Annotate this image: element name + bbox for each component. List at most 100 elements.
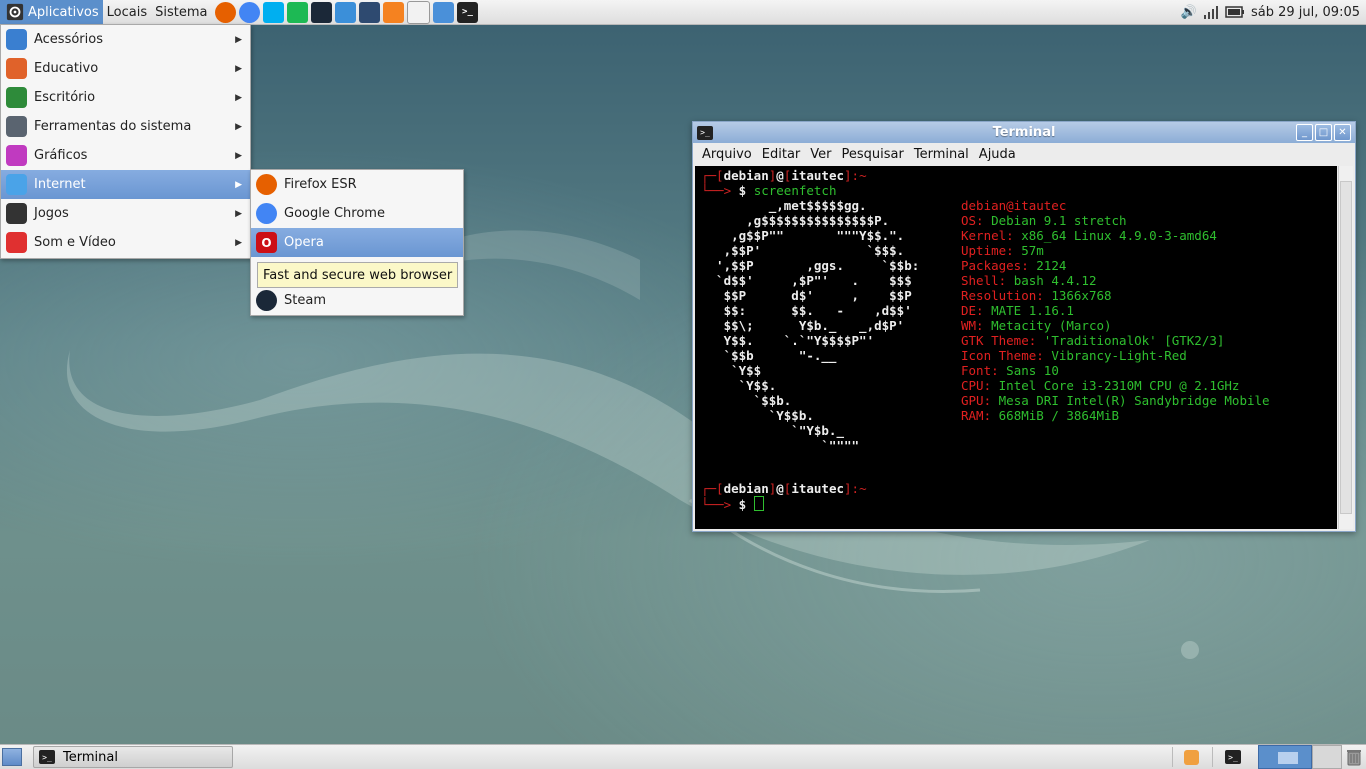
sysinfo-value: Metacity (Marco)	[991, 318, 1112, 333]
steam-icon[interactable]	[310, 1, 332, 23]
menu-item-internet[interactable]: Internet ▶	[1, 170, 250, 199]
wps-writer-icon[interactable]	[334, 1, 356, 23]
battery-icon[interactable]	[1225, 5, 1245, 19]
terminal-window[interactable]: >_ Terminal _ □ ✕ Arquivo Editar Ver Pesqui…	[692, 121, 1356, 532]
show-desktop-button[interactable]	[2, 748, 22, 766]
sysinfo-key: CPU:	[961, 378, 992, 393]
taskbar-item-terminal[interactable]: >_ Terminal	[33, 746, 233, 768]
minimize-button[interactable]: _	[1296, 124, 1313, 141]
network-signal-icon[interactable]	[1203, 5, 1219, 19]
gear-icon	[6, 3, 24, 21]
taskbar-item-label: Terminal	[63, 749, 118, 765]
submenu-item-steam[interactable]: Steam	[251, 286, 463, 315]
sysinfo-row: Shell: bash 4.4.12	[961, 273, 1096, 288]
terminal-scrollbar[interactable]	[1338, 166, 1353, 529]
ascii-logo-line: `Y$$b.	[701, 408, 814, 423]
sysinfo-row: Uptime: 57m	[961, 243, 1044, 258]
places-menu-label: Locais	[106, 4, 148, 20]
sysinfo-value: 2124	[1036, 258, 1067, 273]
places-menu[interactable]: Locais	[103, 0, 151, 24]
menu-item-graphics[interactable]: Gráficos ▶	[1, 141, 250, 170]
spotify-icon[interactable]	[286, 1, 308, 23]
window-title: Terminal	[992, 125, 1056, 140]
terminal-output[interactable]: ┌─[debian]@[itautec]:~ └──> $ screenfetch…	[695, 166, 1337, 529]
ascii-logo-line: `""""	[701, 438, 860, 453]
sysinfo-value: 'TraditionalOk' [GTK2/3]	[1043, 333, 1225, 348]
scrollbar-thumb[interactable]	[1340, 181, 1352, 514]
firefox-icon[interactable]	[214, 1, 236, 23]
sysinfo-key: Packages:	[961, 258, 1029, 273]
menu-item-label: Som e Vídeo	[34, 235, 116, 250]
downloader-icon[interactable]	[432, 1, 454, 23]
ascii-logo-line: Y$$. `.`"Y$$$$P"'	[701, 333, 875, 348]
workspace-2[interactable]	[1312, 745, 1342, 769]
sysinfo-key: Font:	[961, 363, 999, 378]
sysinfo-key: Resolution:	[961, 288, 1044, 303]
sysinfo-key: GTK Theme:	[961, 333, 1037, 348]
system-tools-icon	[6, 116, 27, 137]
sysinfo-row: WM: Metacity (Marco)	[961, 318, 1112, 333]
close-button[interactable]: ✕	[1334, 124, 1351, 141]
ascii-logo-line: `Y$$	[701, 363, 762, 378]
menu-item-accessories[interactable]: Acessórios ▶	[1, 25, 250, 54]
sysinfo-key: DE:	[961, 303, 984, 318]
ascii-logo-line: _,met$$$$$gg.	[701, 198, 867, 213]
ascii-logo-line: ,$$P' `$$$.	[701, 243, 905, 258]
terminal-icon[interactable]: >_	[456, 1, 478, 23]
submenu-arrow-icon: ▶	[235, 208, 242, 219]
applications-dropdown: Acessórios ▶ Educativo ▶ Escritório ▶ Ferramen…	[0, 24, 251, 259]
menu-item-label: Acessórios	[34, 32, 103, 47]
sysinfo-key: OS:	[961, 213, 984, 228]
volume-icon[interactable]: 🔊	[1181, 5, 1197, 20]
opera-tooltip: Fast and secure web browser	[257, 262, 459, 288]
terminal-menu-item[interactable]: Arquivo	[697, 147, 757, 162]
menu-item-system-tools[interactable]: Ferramentas do sistema ▶	[1, 112, 250, 141]
submenu-item-label: Firefox ESR	[284, 177, 357, 192]
submenu-item-label: Google Chrome	[284, 206, 385, 221]
maximize-button[interactable]: □	[1315, 124, 1332, 141]
chrome-icon	[256, 203, 277, 224]
terminal-menu-item[interactable]: Pesquisar	[837, 147, 909, 162]
submenu-arrow-icon: ▶	[235, 150, 242, 161]
terminal-menu-item[interactable]: Ajuda	[974, 147, 1021, 162]
tray-terminal-icon[interactable]: >_	[1212, 747, 1253, 767]
command-line: └──> $ screenfetch	[701, 183, 837, 198]
workspace-1[interactable]	[1258, 745, 1312, 769]
menu-item-education[interactable]: Educativo ▶	[1, 54, 250, 83]
sysinfo-header: debian@itautec	[961, 198, 1067, 213]
menu-item-games[interactable]: Jogos ▶	[1, 199, 250, 228]
terminal-menu-item[interactable]: Ver	[805, 147, 836, 162]
submenu-item-chrome[interactable]: Google Chrome	[251, 199, 463, 228]
menu-item-multimedia[interactable]: Som e Vídeo ▶	[1, 228, 250, 257]
sysinfo-row: Packages: 2124	[961, 258, 1066, 273]
applications-menu[interactable]: Aplicativos	[0, 0, 103, 24]
menu-item-office[interactable]: Escritório ▶	[1, 83, 250, 112]
launcher-bar: >_	[213, 0, 479, 24]
sysinfo-row: Resolution: 1366x768	[961, 288, 1112, 303]
sysinfo-value: Debian 9.1 stretch	[991, 213, 1127, 228]
sysinfo-key: GPU:	[961, 393, 992, 408]
trash-icon[interactable]	[1346, 748, 1362, 766]
prompt-host: itautec	[791, 168, 845, 183]
skype-icon[interactable]	[262, 1, 284, 23]
submenu-item-opera[interactable]: O Opera	[251, 228, 463, 257]
menu-item-label: Jogos	[34, 206, 69, 221]
terminal-menu-item[interactable]: Terminal	[909, 147, 974, 162]
media-player-icon[interactable]	[382, 1, 404, 23]
submenu-item-firefox[interactable]: Firefox ESR	[251, 170, 463, 199]
firefox-icon	[256, 174, 277, 195]
terminal-titlebar[interactable]: >_ Terminal _ □ ✕	[693, 122, 1355, 143]
text-editor-icon[interactable]	[406, 0, 430, 24]
menu-item-label: Escritório	[34, 90, 96, 105]
chrome-icon[interactable]	[238, 1, 260, 23]
sysinfo-key: Shell:	[961, 273, 1007, 288]
sysinfo-value: MATE 1.16.1	[991, 303, 1074, 318]
camera-icon[interactable]	[358, 1, 380, 23]
system-menu[interactable]: Sistema	[151, 0, 211, 24]
terminal-menu-item[interactable]: Editar	[757, 147, 806, 162]
tray-app-icon[interactable]	[1172, 747, 1209, 767]
ascii-logo-line: `"Y$b._	[701, 423, 844, 438]
sysinfo-row: RAM: 668MiB / 3864MiB	[961, 408, 1119, 423]
clock[interactable]: sáb 29 jul, 09:05	[1251, 5, 1360, 20]
sysinfo-row: CPU: Intel Core i3-2310M CPU @ 2.1GHz	[961, 378, 1239, 393]
